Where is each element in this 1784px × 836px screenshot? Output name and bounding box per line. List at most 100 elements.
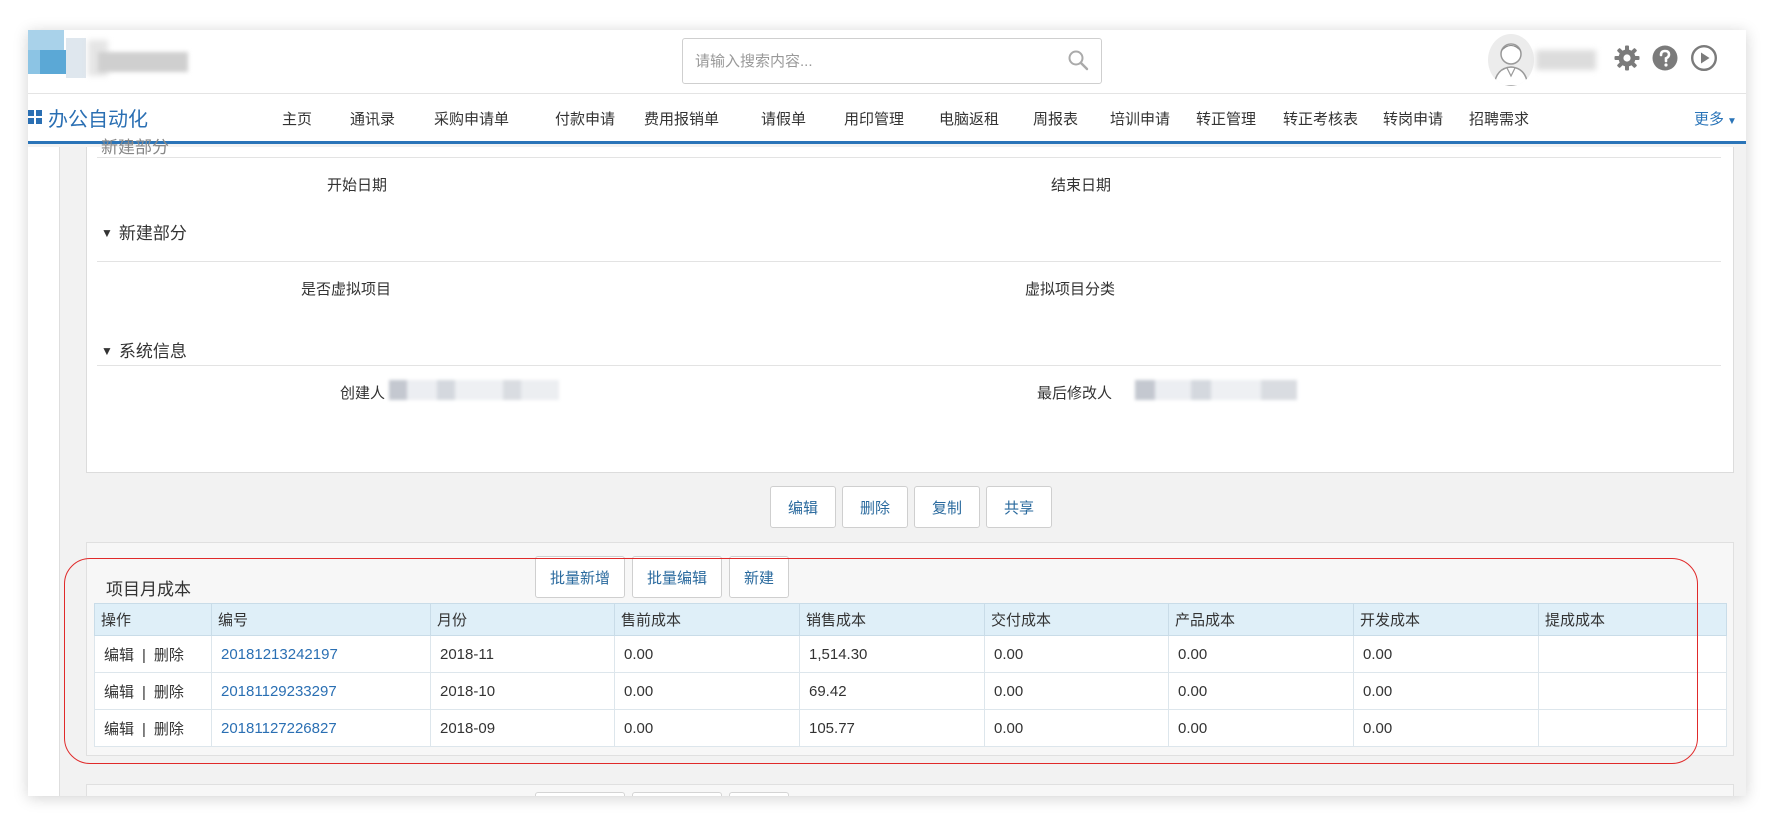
divider xyxy=(97,157,1721,158)
batch-edit-button[interactable]: 批量编辑 xyxy=(632,556,722,598)
panel-title: 项目月成本 xyxy=(106,580,191,599)
nav-item[interactable]: 电脑返租 xyxy=(939,108,999,129)
record-id-link[interactable]: 20181213242197 xyxy=(221,646,338,663)
divider xyxy=(97,261,1721,262)
user-avatar-icon[interactable] xyxy=(1488,34,1534,86)
divider xyxy=(97,365,1721,366)
column-header: 提成成本 xyxy=(1538,603,1727,636)
separator: | xyxy=(142,683,146,701)
delete-button[interactable]: 删除 xyxy=(842,486,908,528)
table-row: 编辑 | 删除 20181129233297 2018-10 0.00 69.42 0.00 0… xyxy=(94,672,1727,710)
field-label-last-modifier: 最后修改人 xyxy=(1037,385,1113,402)
nav-item[interactable]: 采购申请单 xyxy=(434,108,509,129)
nav-item[interactable]: 培训申请 xyxy=(1110,108,1170,129)
cell-presale: 0.00 xyxy=(614,635,800,673)
row-actions-cell: 编辑 | 删除 xyxy=(94,709,212,747)
cell-delivery: 0.00 xyxy=(984,635,1169,673)
table-header-row: 操作 编号 月份 售前成本 销售成本 交付成本 产品成本 开发成本 提成成本 xyxy=(94,603,1727,636)
column-header: 销售成本 xyxy=(799,603,985,636)
column-header: 售前成本 xyxy=(614,603,800,636)
nav-item[interactable]: 转正管理 xyxy=(1196,108,1256,129)
share-button[interactable]: 共享 xyxy=(986,486,1052,528)
column-header: 编号 xyxy=(211,603,431,636)
app-grid-icon xyxy=(28,110,42,124)
copy-button[interactable]: 复制 xyxy=(914,486,980,528)
record-id-cell: 20181213242197 xyxy=(211,635,431,673)
row-delete-link[interactable]: 删除 xyxy=(154,684,184,701)
record-id-link[interactable]: 20181127226827 xyxy=(221,720,337,737)
top-bar xyxy=(28,30,1746,94)
column-header: 交付成本 xyxy=(984,603,1169,636)
creator-value-redacted xyxy=(389,380,599,402)
row-edit-link[interactable]: 编辑 xyxy=(104,721,134,738)
table-row: 编辑 | 删除 20181213242197 2018-11 0.00 1,514.30 0.… xyxy=(94,635,1727,673)
cell-dev: 0.00 xyxy=(1353,672,1539,710)
nav-more-dropdown[interactable]: 更多 ▼ xyxy=(1694,108,1737,129)
field-label-virtual-category: 虚拟项目分类 xyxy=(1025,281,1116,298)
cell-product: 0.00 xyxy=(1168,635,1354,673)
section-title: 新建部分 xyxy=(101,138,169,157)
section-title: 新建部分 xyxy=(118,224,187,243)
separator: | xyxy=(142,646,146,664)
cell-month: 2018-09 xyxy=(430,709,615,747)
cell-delivery: 0.00 xyxy=(984,672,1169,710)
nav-item[interactable]: 付款申请 xyxy=(555,108,615,129)
search-icon[interactable] xyxy=(1067,49,1089,71)
main-nav: 办公自动化 主页 通讯录 采购申请单 付款申请 费用报销单 请假单 用印管理 电脑返租 周报表 培… xyxy=(28,94,1746,144)
edit-button[interactable]: 编辑 xyxy=(770,486,836,528)
row-actions-cell: 编辑 | 删除 xyxy=(94,672,212,710)
record-id-cell: 20181129233297 xyxy=(211,672,431,710)
record-id-link[interactable]: 20181129233297 xyxy=(221,683,337,700)
nav-item[interactable]: 用印管理 xyxy=(844,108,904,129)
table-row: 编辑 | 删除 20181127226827 2018-09 0.00 105.77 0.00… xyxy=(94,709,1727,747)
cell-sales: 1,514.30 xyxy=(799,635,985,673)
next-panel-button[interactable] xyxy=(632,792,722,796)
next-panel-button[interactable] xyxy=(729,792,789,796)
monthly-cost-table: 操作 编号 月份 售前成本 销售成本 交付成本 产品成本 开发成本 提成成本 编辑 | 删除 2018… xyxy=(94,603,1727,747)
cell-product: 0.00 xyxy=(1168,672,1354,710)
collapse-triangle-icon: ▼ xyxy=(101,344,113,358)
section-header-new[interactable]: ▼ 新建部分 xyxy=(101,219,187,244)
nav-item[interactable]: 招聘需求 xyxy=(1469,108,1529,129)
record-id-cell: 20181127226827 xyxy=(211,709,431,747)
field-label-creator: 创建人 xyxy=(340,385,386,402)
cell-dev: 0.00 xyxy=(1353,709,1539,747)
cell-sales: 69.42 xyxy=(799,672,985,710)
nav-item[interactable]: 周报表 xyxy=(1033,108,1078,129)
column-header: 月份 xyxy=(430,603,615,636)
row-edit-link[interactable]: 编辑 xyxy=(104,647,134,664)
company-logo[interactable] xyxy=(28,30,188,86)
global-search xyxy=(682,38,1102,84)
section-title: 系统信息 xyxy=(118,342,187,361)
nav-item[interactable]: 转正考核表 xyxy=(1283,108,1358,129)
app-brand-label: 办公自动化 xyxy=(48,108,148,131)
nav-item[interactable]: 请假单 xyxy=(761,108,806,129)
cell-commission xyxy=(1538,709,1727,747)
app-brand[interactable]: 办公自动化 xyxy=(28,104,148,131)
column-header: 开发成本 xyxy=(1353,603,1539,636)
nav-more-label: 更多 xyxy=(1694,111,1725,128)
row-edit-link[interactable]: 编辑 xyxy=(104,684,134,701)
column-header: 产品成本 xyxy=(1168,603,1354,636)
row-delete-link[interactable]: 删除 xyxy=(154,721,184,738)
column-header: 操作 xyxy=(94,603,212,636)
nav-item[interactable]: 通讯录 xyxy=(350,108,395,129)
row-delete-link[interactable]: 删除 xyxy=(154,647,184,664)
section-header-clipped[interactable]: 新建部分 xyxy=(101,133,169,158)
nav-item[interactable]: 转岗申请 xyxy=(1383,108,1443,129)
cell-commission xyxy=(1538,635,1727,673)
cell-month: 2018-10 xyxy=(430,672,615,710)
next-panel xyxy=(86,784,1734,796)
next-panel-button[interactable] xyxy=(535,792,625,796)
gear-icon[interactable] xyxy=(1613,44,1641,72)
section-header-system[interactable]: ▼ 系统信息 xyxy=(101,337,187,362)
batch-add-button[interactable]: 批量新增 xyxy=(535,556,625,598)
cell-month: 2018-11 xyxy=(430,635,615,673)
play-circle-icon[interactable] xyxy=(1690,44,1718,72)
new-button[interactable]: 新建 xyxy=(729,556,789,598)
nav-item[interactable]: 费用报销单 xyxy=(644,108,719,129)
search-input[interactable] xyxy=(683,39,1053,83)
help-icon[interactable] xyxy=(1651,44,1679,72)
field-label-start-date: 开始日期 xyxy=(327,177,388,194)
nav-item[interactable]: 主页 xyxy=(282,108,312,129)
